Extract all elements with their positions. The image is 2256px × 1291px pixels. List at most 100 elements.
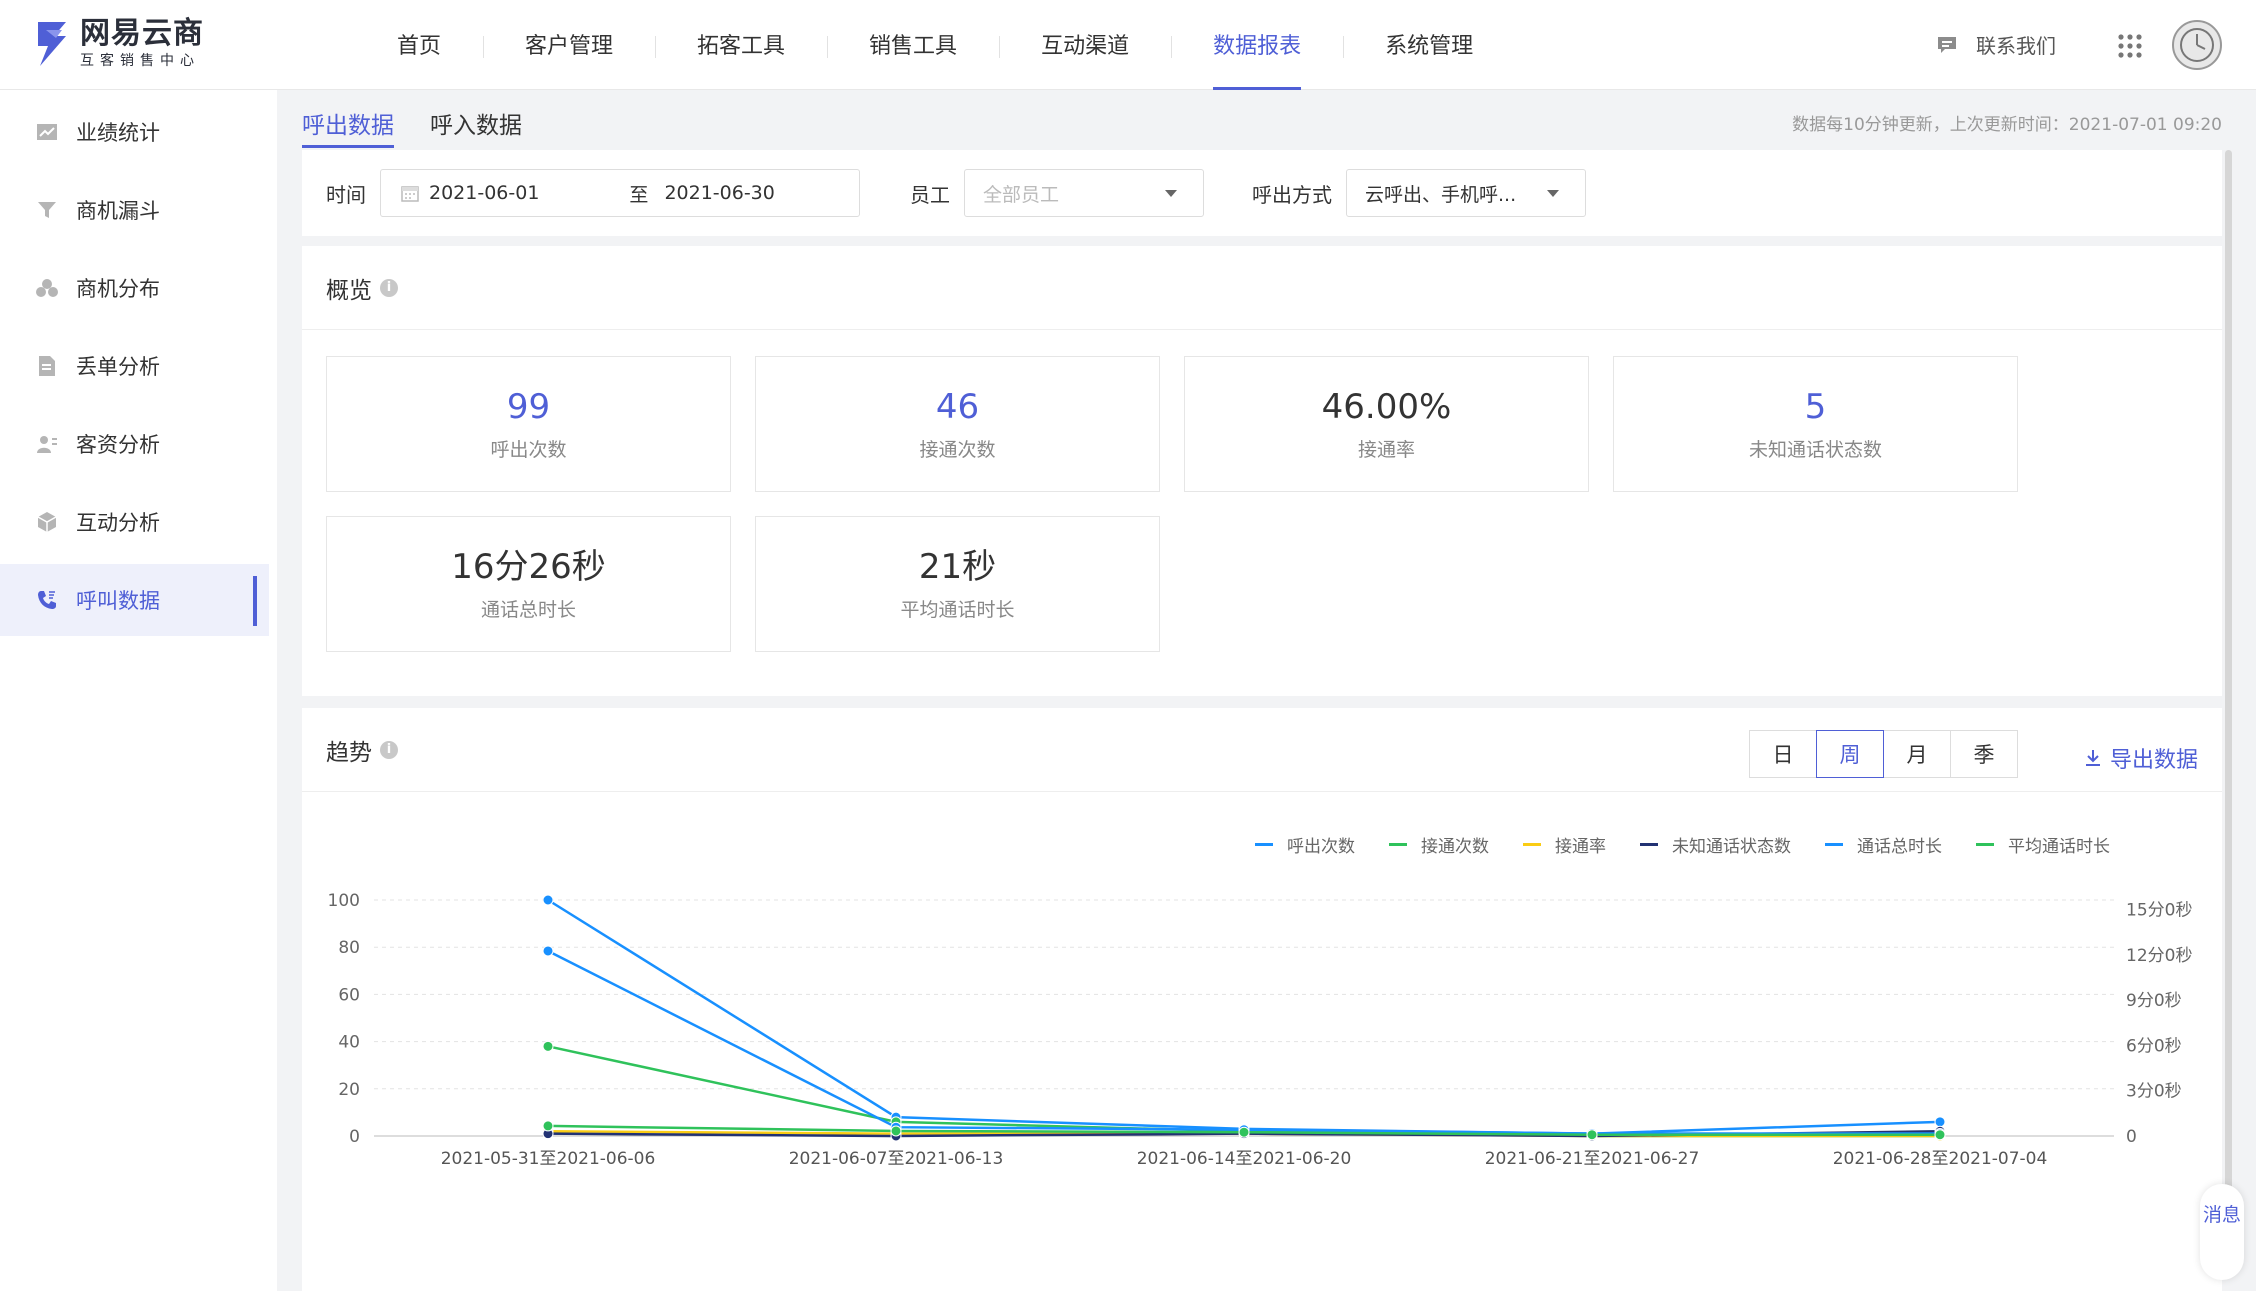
data-point — [542, 894, 554, 906]
user-avatar[interactable] — [2172, 20, 2222, 70]
grid-icon[interactable] — [2118, 34, 2142, 58]
data-point — [542, 1120, 554, 1132]
x-axis-tick: 2021-06-21至2021-06-27 — [1485, 1149, 1700, 1169]
trend-chart: 0 20 40 60 80 100 0 3分0秒 6分0秒 9分0秒 12分0秒 15分0秒 2021-… — [328, 891, 2193, 1169]
data-point — [1586, 1129, 1598, 1141]
brand-subtitle: 互客销售中心 — [80, 53, 200, 69]
chevron-down-icon — [1165, 189, 1177, 197]
sidebar-item-1[interactable]: 商机漏斗 — [0, 174, 277, 246]
page-scrollbar[interactable] — [2225, 150, 2232, 1250]
phone-icon — [36, 589, 58, 611]
info-icon[interactable]: i — [380, 740, 398, 759]
data-point — [1238, 1126, 1250, 1138]
update-note: 数据每10分钟更新，上次更新时间：2021-07-01 09:20 — [1792, 115, 2222, 135]
filter-bar: 时间 2021-06-01 至 2021-06-30 员工 全部员工 呼出方式 … — [302, 150, 2222, 236]
line-chart-icon — [36, 121, 58, 143]
stat-value: 21秒 — [918, 547, 997, 587]
trend-title: 趋势 — [326, 739, 372, 766]
nav-item-3[interactable]: 销售工具 — [827, 0, 999, 90]
export-data-button[interactable]: 导出数据 — [2084, 742, 2198, 774]
avatar-icon — [2180, 28, 2214, 62]
brand-name: 网易云商 — [80, 16, 204, 51]
sidebar-item-5[interactable]: 互动分析 — [0, 486, 277, 558]
date-range-picker[interactable]: 2021-06-01 至 2021-06-30 — [380, 169, 860, 217]
x-axis-tick: 2021-06-28至2021-07-04 — [1833, 1149, 2048, 1169]
overview-card: 概览 i 99 呼出次数 46 接通次数 46.00% 接通率 5 未知通话状态数 16分26秒… — [302, 246, 2222, 696]
tab-0[interactable]: 呼出数据 — [302, 90, 394, 148]
brand-logo-icon — [38, 22, 66, 66]
series-line-1 — [547, 1045, 1940, 1138]
call-mode-select[interactable]: 云呼出、手机呼... — [1346, 169, 1586, 217]
trend-card: 趋势 i 日周月季 导出数据 呼出次数 接通次数 接通率 未知通话状态数 通话总时长 平均… — [302, 708, 2222, 1291]
left-axis-tick: 40 — [338, 1033, 360, 1053]
brand-logo[interactable]: 网易云商 互客销售中心 — [32, 16, 204, 72]
granularity-option-1[interactable]: 周 — [1816, 730, 1884, 778]
overview-title: 概览 — [326, 277, 372, 304]
sidebar-item-0[interactable]: 业绩统计 — [0, 96, 277, 168]
chevron-down-icon — [1547, 189, 1559, 197]
staff-select[interactable]: 全部员工 — [964, 169, 1204, 217]
main-nav: 首页 客户管理 拓客工具 销售工具 互动渠道 数据报表 系统管理 — [355, 0, 1515, 90]
stat-value: 46.00% — [1321, 387, 1452, 427]
end-date[interactable]: 2021-06-30 — [664, 182, 774, 204]
x-axis-tick: 2021-05-31至2021-06-06 — [441, 1149, 656, 1169]
contact-us-label: 联系我们 — [1976, 34, 2056, 58]
nav-item-4[interactable]: 互动渠道 — [999, 0, 1171, 90]
sidebar-item-3[interactable]: 丢单分析 — [0, 330, 277, 402]
nav-item-1[interactable]: 客户管理 — [483, 0, 655, 90]
stat-label: 通话总时长 — [480, 599, 576, 621]
stat-card-1: 46 接通次数 — [755, 356, 1160, 492]
granularity-option-0[interactable]: 日 — [1749, 730, 1817, 778]
top-header: 网易云商 互客销售中心 首页 客户管理 拓客工具 销售工具 互动渠道 数据报表 系统管理 联… — [0, 0, 2256, 90]
stat-value: 99 — [506, 387, 551, 427]
left-axis-tick: 80 — [338, 938, 360, 958]
stat-value: 5 — [1804, 387, 1827, 427]
sidebar-item-label: 丢单分析 — [76, 355, 160, 379]
sidebar-item-4[interactable]: 客资分析 — [0, 408, 277, 480]
stat-label: 接通次数 — [919, 439, 996, 461]
call-mode-value: 云呼出、手机呼... — [1365, 183, 1517, 206]
granularity-option-3[interactable]: 季 — [1950, 730, 2018, 778]
nav-item-0[interactable]: 首页 — [355, 0, 483, 90]
stat-value: 16分26秒 — [451, 547, 606, 587]
sidebar-item-label: 呼叫数据 — [76, 589, 160, 613]
left-axis-tick: 100 — [328, 891, 360, 911]
sidebar-item-label: 客资分析 — [76, 433, 160, 457]
message-button[interactable]: 消息 — [2200, 1184, 2244, 1280]
left-axis-tick: 20 — [338, 1080, 360, 1100]
right-axis-tick: 3分0秒 — [2126, 1082, 2182, 1102]
stat-value: 46 — [935, 387, 980, 427]
series-line-4 — [547, 949, 1940, 1135]
stat-card-4: 16分26秒通话总时长 — [326, 516, 731, 652]
sidebar-item-label: 商机漏斗 — [76, 199, 160, 223]
nav-item-6[interactable]: 系统管理 — [1343, 0, 1515, 90]
stat-label: 平均通话时长 — [900, 599, 1015, 621]
sidebar-item-label: 互动分析 — [76, 511, 160, 535]
x-axis-tick: 2021-06-14至2021-06-20 — [1137, 1149, 1352, 1169]
cube-icon — [36, 511, 58, 533]
info-icon[interactable]: i — [380, 278, 398, 297]
cluster-icon — [36, 277, 58, 299]
sidebar-item-6[interactable]: 呼叫数据 — [0, 564, 269, 636]
data-point — [542, 945, 554, 957]
call-mode-label: 呼出方式 — [1252, 182, 1332, 207]
sidebar-item-2[interactable]: 商机分布 — [0, 252, 277, 324]
stat-card-3: 5 未知通话状态数 — [1613, 356, 2018, 492]
chat-icon — [1938, 36, 1956, 53]
start-date[interactable]: 2021-06-01 — [429, 182, 539, 204]
tab-1[interactable]: 呼入数据 — [430, 90, 522, 148]
download-icon — [2085, 750, 2100, 766]
data-point — [890, 1125, 902, 1137]
time-label: 时间 — [326, 182, 366, 207]
stat-label: 呼出次数 — [490, 439, 567, 461]
nav-item-2[interactable]: 拓客工具 — [655, 0, 827, 90]
right-axis-tick: 12分0秒 — [2126, 946, 2192, 966]
right-axis-tick: 9分0秒 — [2126, 991, 2182, 1011]
stat-label: 未知通话状态数 — [1748, 439, 1882, 461]
granularity-option-2[interactable]: 月 — [1883, 730, 1951, 778]
nav-item-5[interactable]: 数据报表 — [1171, 0, 1343, 90]
data-point — [542, 1040, 554, 1052]
contact-us-link[interactable]: 联系我们 — [1936, 30, 2056, 59]
left-axis-tick: 0 — [349, 1127, 360, 1147]
sidebar-item-label: 商机分布 — [76, 277, 160, 301]
